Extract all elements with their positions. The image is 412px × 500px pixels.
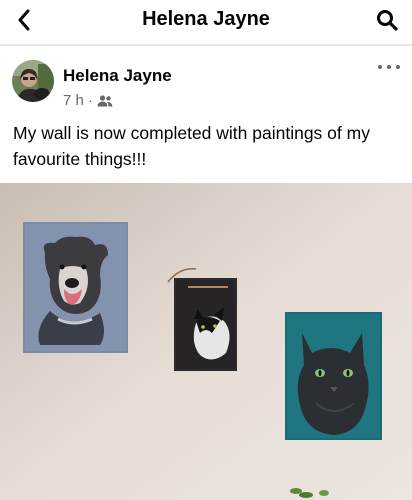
avatar-photo [12,60,54,102]
more-options-button[interactable] [378,60,400,74]
post-time[interactable]: 7 h [63,92,84,109]
avatar[interactable] [12,60,54,102]
wall-paintings-photo [0,183,412,500]
search-icon [377,10,398,31]
page-title: Helena Jayne [142,8,270,30]
author-name[interactable]: Helena Jayne [63,66,172,86]
black-cat-painting [285,312,382,440]
more-horizontal-icon [378,65,382,69]
post-text: My wall is now completed with paintings … [13,123,370,169]
friends-icon[interactable] [97,94,113,107]
header-divider [0,44,412,46]
post-meta: 7 h · [63,92,113,109]
post-photo[interactable] [0,183,412,500]
tuxedo-cat-painting [167,268,237,371]
search-button[interactable] [374,7,400,33]
meta-separator: · [87,92,93,109]
post-header: Helena Jayne 7 h · [0,50,412,114]
top-bar: Helena Jayne [0,0,412,40]
dog-painting [23,222,128,353]
